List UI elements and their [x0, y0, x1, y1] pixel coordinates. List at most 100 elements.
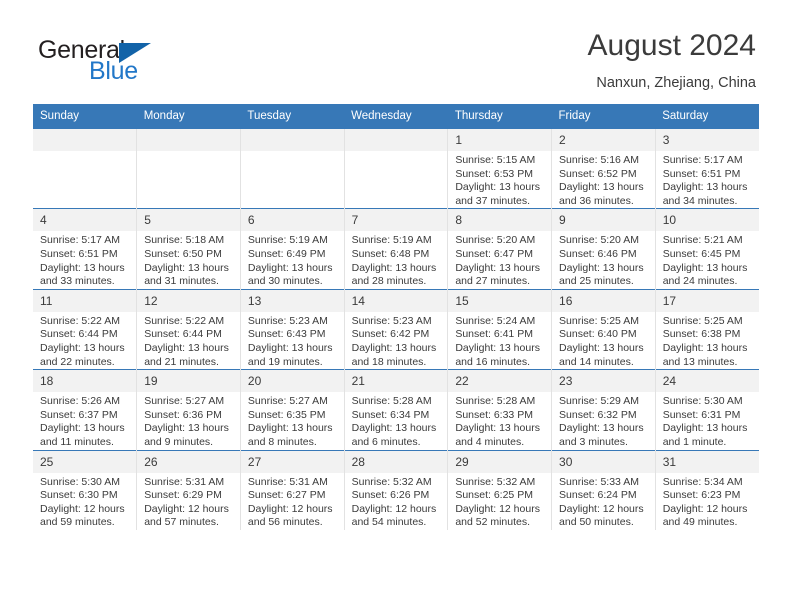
calendar-day-cell[interactable]: 3 Sunrise: 5:17 AM Sunset: 6:51 PM Daylight…: [655, 129, 759, 209]
day-cell-inner: 13 Sunrise: 5:23 AM Sunset: 6:43 PM Dayligh…: [240, 289, 344, 369]
calendar-day-cell[interactable]: 21 Sunrise: 5:28 AM Sunset: 6:34 PM Dayligh…: [344, 369, 449, 450]
day-details: Sunrise: 5:24 AM Sunset: 6:41 PM Daylight:…: [448, 312, 551, 369]
day-cell-inner: 11 Sunrise: 5:22 AM Sunset: 6:44 PM Dayligh…: [33, 289, 137, 369]
general-blue-logo[interactable]: General Blue: [38, 36, 208, 88]
day-number: 8: [448, 209, 552, 232]
day-details: Sunrise: 5:31 AM Sunset: 6:27 PM Daylight:…: [241, 473, 344, 530]
sunset-text: Sunset: 6:44 PM: [144, 328, 222, 341]
calendar-day-cell[interactable]: 19 Sunrise: 5:27 AM Sunset: 6:36 PM Dayligh…: [136, 369, 241, 450]
day-number: 12: [137, 289, 240, 312]
daylight-text: Daylight: 12 hours and 50 minutes.: [559, 502, 644, 529]
day-cell-inner: [137, 129, 240, 208]
day-number: 9: [552, 209, 655, 232]
calendar-day-cell[interactable]: 16 Sunrise: 5:25 AM Sunset: 6:40 PM Dayligh…: [551, 288, 656, 370]
calendar-day-cell[interactable]: 24 Sunrise: 5:30 AM Sunset: 6:31 PM Dayligh…: [655, 369, 759, 450]
daylight-text: Daylight: 12 hours and 49 minutes.: [662, 502, 748, 529]
calendar-day-cell[interactable]: 26 Sunrise: 5:31 AM Sunset: 6:29 PM Dayligh…: [136, 449, 241, 530]
calendar-day-cell[interactable]: 18 Sunrise: 5:26 AM Sunset: 6:37 PM Dayligh…: [33, 369, 138, 450]
calendar-day-cell[interactable]: 31 Sunrise: 5:34 AM Sunset: 6:23 PM Dayligh…: [655, 449, 759, 530]
sunrise-text: Sunrise: 5:21 AM: [662, 234, 743, 247]
calendar-day-cell[interactable]: 13 Sunrise: 5:23 AM Sunset: 6:43 PM Dayligh…: [240, 288, 345, 370]
day-details: Sunrise: 5:25 AM Sunset: 6:40 PM Daylight:…: [552, 312, 655, 369]
calendar-day-cell[interactable]: 25 Sunrise: 5:30 AM Sunset: 6:30 PM Dayligh…: [33, 449, 138, 530]
calendar-day-cell[interactable]: 20 Sunrise: 5:27 AM Sunset: 6:35 PM Dayligh…: [240, 369, 345, 450]
calendar-day-cell[interactable]: 2 Sunrise: 5:16 AM Sunset: 6:52 PM Daylight…: [551, 129, 656, 209]
sunrise-text: Sunrise: 5:31 AM: [144, 475, 225, 488]
sunrise-text: Sunrise: 5:34 AM: [662, 475, 743, 488]
sunrise-text: Sunrise: 5:25 AM: [662, 314, 743, 327]
daylight-text: Daylight: 13 hours and 16 minutes.: [455, 341, 540, 368]
calendar-week-row: 11 Sunrise: 5:22 AM Sunset: 6:44 PM Dayligh…: [33, 288, 759, 370]
day-cell-inner: 20 Sunrise: 5:27 AM Sunset: 6:35 PM Dayligh…: [240, 370, 344, 449]
sunrise-text: Sunrise: 5:18 AM: [144, 234, 225, 247]
calendar-cell-empty: [136, 129, 241, 209]
day-details: Sunrise: 5:31 AM Sunset: 6:29 PM Daylight:…: [137, 473, 240, 530]
weekday-header-tuesday: Tuesday: [240, 104, 345, 129]
calendar-day-cell[interactable]: 29 Sunrise: 5:32 AM Sunset: 6:25 PM Dayligh…: [447, 449, 553, 530]
calendar-day-cell[interactable]: 27 Sunrise: 5:31 AM Sunset: 6:27 PM Dayligh…: [240, 449, 345, 530]
calendar-day-cell[interactable]: 8 Sunrise: 5:20 AM Sunset: 6:47 PM Daylight…: [447, 208, 553, 290]
calendar-day-cell[interactable]: 12 Sunrise: 5:22 AM Sunset: 6:44 PM Dayligh…: [136, 288, 241, 370]
weekday-header-monday: Monday: [136, 104, 241, 129]
daylight-text: Daylight: 13 hours and 3 minutes.: [559, 422, 644, 448]
day-cell-inner: 24 Sunrise: 5:30 AM Sunset: 6:31 PM Dayligh…: [655, 370, 759, 449]
day-details: Sunrise: 5:28 AM Sunset: 6:34 PM Daylight:…: [345, 392, 448, 449]
day-cell-inner: 22 Sunrise: 5:28 AM Sunset: 6:33 PM Dayligh…: [448, 370, 552, 449]
sunset-text: Sunset: 6:30 PM: [40, 489, 118, 502]
sunset-text: Sunset: 6:42 PM: [351, 328, 430, 341]
sunrise-text: Sunrise: 5:30 AM: [40, 475, 120, 488]
day-details: Sunrise: 5:23 AM Sunset: 6:43 PM Daylight:…: [241, 312, 344, 369]
sunrise-text: Sunrise: 5:27 AM: [247, 395, 328, 408]
calendar-day-cell[interactable]: 22 Sunrise: 5:28 AM Sunset: 6:33 PM Dayligh…: [447, 369, 553, 450]
day-details: Sunrise: 5:16 AM Sunset: 6:52 PM Daylight:…: [552, 151, 655, 208]
sunset-text: Sunset: 6:46 PM: [559, 247, 637, 260]
calendar-day-cell[interactable]: 10 Sunrise: 5:21 AM Sunset: 6:45 PM Dayligh…: [655, 208, 759, 290]
calendar-day-cell[interactable]: 1 Sunrise: 5:15 AM Sunset: 6:53 PM Daylight…: [447, 129, 553, 209]
daylight-text: Daylight: 13 hours and 34 minutes.: [662, 181, 748, 207]
calendar-day-cell[interactable]: 5 Sunrise: 5:18 AM Sunset: 6:50 PM Daylight…: [136, 208, 241, 290]
calendar-header-row: Sunday Monday Tuesday Wednesday Thursday…: [33, 104, 759, 129]
day-cell-inner: 23 Sunrise: 5:29 AM Sunset: 6:32 PM Dayligh…: [552, 370, 655, 449]
day-number: 15: [448, 289, 552, 312]
sunset-text: Sunset: 6:51 PM: [662, 167, 741, 180]
page-title: August 2024: [587, 29, 756, 62]
day-cell-inner: 18 Sunrise: 5:26 AM Sunset: 6:37 PM Dayligh…: [33, 370, 137, 449]
calendar-day-cell[interactable]: 6 Sunrise: 5:19 AM Sunset: 6:49 PM Daylight…: [240, 208, 345, 290]
day-cell-inner: [33, 129, 137, 208]
sunrise-text: Sunrise: 5:31 AM: [247, 475, 328, 488]
sunrise-text: Sunrise: 5:28 AM: [455, 395, 536, 408]
weekday-header-saturday: Saturday: [655, 104, 759, 129]
calendar-day-cell[interactable]: 17 Sunrise: 5:25 AM Sunset: 6:38 PM Dayligh…: [655, 288, 759, 370]
calendar-day-cell[interactable]: 30 Sunrise: 5:33 AM Sunset: 6:24 PM Dayligh…: [551, 449, 656, 530]
calendar-day-cell[interactable]: 7 Sunrise: 5:19 AM Sunset: 6:48 PM Daylight…: [344, 208, 449, 290]
day-cell-inner: 25 Sunrise: 5:30 AM Sunset: 6:30 PM Dayligh…: [33, 450, 137, 530]
day-cell-inner: 5 Sunrise: 5:18 AM Sunset: 6:50 PM Daylight…: [137, 209, 240, 288]
calendar-day-cell[interactable]: 28 Sunrise: 5:32 AM Sunset: 6:26 PM Dayligh…: [344, 449, 449, 530]
page-header: General Blue August 2024 Nanxun, Zhejian…: [0, 0, 792, 100]
calendar-day-cell[interactable]: 15 Sunrise: 5:24 AM Sunset: 6:41 PM Dayligh…: [447, 288, 553, 370]
day-number: 10: [655, 209, 759, 232]
sunset-text: Sunset: 6:40 PM: [559, 328, 637, 341]
day-number: [33, 129, 137, 151]
calendar-day-cell[interactable]: 9 Sunrise: 5:20 AM Sunset: 6:46 PM Daylight…: [551, 208, 656, 290]
daylight-text: Daylight: 13 hours and 14 minutes.: [559, 341, 644, 368]
day-details: Sunrise: 5:20 AM Sunset: 6:46 PM Daylight:…: [552, 231, 655, 288]
weekday-header-wednesday: Wednesday: [344, 104, 448, 129]
sunrise-text: Sunrise: 5:17 AM: [40, 234, 120, 247]
day-details: Sunrise: 5:25 AM Sunset: 6:38 PM Daylight:…: [656, 312, 759, 369]
calendar-day-cell[interactable]: 4 Sunrise: 5:17 AM Sunset: 6:51 PM Daylight…: [33, 208, 138, 290]
calendar-day-cell[interactable]: 23 Sunrise: 5:29 AM Sunset: 6:32 PM Dayligh…: [551, 369, 656, 450]
day-details: Sunrise: 5:21 AM Sunset: 6:45 PM Daylight:…: [656, 231, 759, 288]
sunset-text: Sunset: 6:47 PM: [455, 247, 533, 260]
daylight-text: Daylight: 13 hours and 4 minutes.: [455, 422, 540, 448]
day-details: Sunrise: 5:29 AM Sunset: 6:32 PM Daylight:…: [552, 392, 655, 449]
sunrise-text: Sunrise: 5:33 AM: [559, 475, 639, 488]
calendar-cell-empty: [33, 129, 138, 209]
day-number: 21: [344, 370, 448, 393]
calendar-day-cell[interactable]: 14 Sunrise: 5:23 AM Sunset: 6:42 PM Dayligh…: [344, 288, 449, 370]
sunrise-text: Sunrise: 5:20 AM: [455, 234, 536, 247]
daylight-text: Daylight: 13 hours and 28 minutes.: [351, 261, 437, 288]
calendar-day-cell[interactable]: 11 Sunrise: 5:22 AM Sunset: 6:44 PM Dayligh…: [33, 288, 138, 370]
day-number: 26: [137, 450, 240, 473]
day-details: Sunrise: 5:22 AM Sunset: 6:44 PM Daylight:…: [137, 312, 240, 369]
